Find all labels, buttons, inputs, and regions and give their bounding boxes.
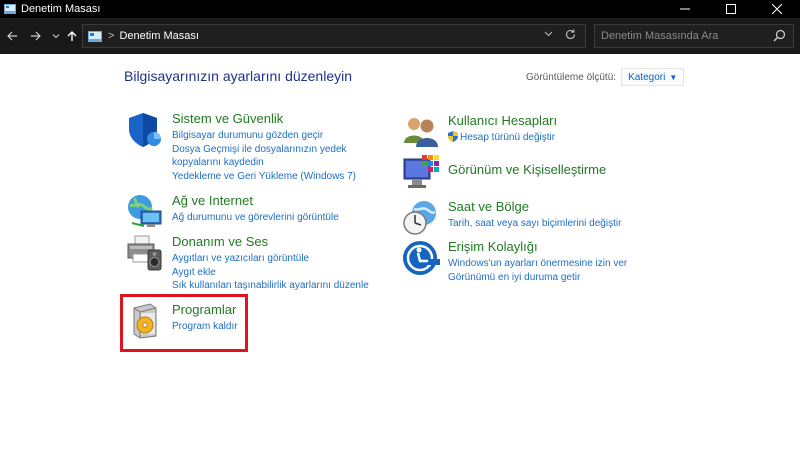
maximize-icon: [726, 4, 736, 14]
category-appearance-personalization: Görünüm ve Kişiselleştirme: [402, 153, 682, 193]
category-title[interactable]: Erişim Kolaylığı: [448, 239, 538, 254]
caret-down-icon: ▼: [669, 72, 678, 82]
breadcrumb-item[interactable]: Denetim Masası: [119, 30, 198, 42]
view-by-value: Kategori: [628, 71, 666, 83]
category-links: Bilgisayar durumunu gözden geçir Dosya G…: [172, 129, 392, 183]
link-item[interactable]: Bilgisayar durumunu gözden geçir: [172, 129, 392, 143]
minimize-button[interactable]: [662, 0, 708, 18]
uac-shield-icon: [448, 131, 458, 142]
clock-globe-icon[interactable]: [402, 199, 440, 237]
recent-locations-button[interactable]: [48, 28, 64, 44]
arrow-up-icon: [67, 31, 77, 41]
link-item[interactable]: Windows'un ayarları önermesine izin ver: [448, 257, 688, 271]
category-clock-region: Saat ve Bölge Tarih, saat veya sayı biçi…: [402, 199, 682, 239]
arrow-left-icon: [7, 31, 17, 41]
maximize-button[interactable]: [708, 0, 754, 18]
link-text: Hesap türünü değiştir: [460, 132, 556, 143]
up-button[interactable]: [64, 28, 80, 44]
link-item[interactable]: Tarih, saat veya sayı biçimlerini değişt…: [448, 217, 688, 231]
globe-network-icon[interactable]: [126, 193, 164, 231]
category-links: Ağ durumunu ve görevlerini görüntüle: [172, 211, 392, 225]
accessibility-icon[interactable]: [402, 239, 440, 277]
category-network-internet: Ağ ve Internet Ağ durumunu ve görevlerin…: [126, 193, 386, 233]
shield-icon[interactable]: [126, 111, 164, 149]
back-button[interactable]: [4, 28, 20, 44]
printer-speaker-icon[interactable]: [126, 234, 164, 272]
search-box[interactable]: [594, 24, 794, 48]
category-title[interactable]: Saat ve Bölge: [448, 199, 529, 214]
category-links: Hesap türünü değiştir: [448, 131, 688, 145]
view-by: Görüntüleme ölçütü: Kategori ▼: [526, 68, 685, 86]
link-item[interactable]: Aygıt ekle: [172, 266, 392, 280]
arrow-right-icon: [31, 31, 41, 41]
view-by-label: Görüntüleme ölçütü:: [526, 71, 617, 83]
link-item[interactable]: Yedekleme ve Geri Yükleme (Windows 7): [172, 170, 392, 184]
category-title[interactable]: Donanım ve Ses: [172, 234, 268, 249]
users-icon[interactable]: [402, 113, 440, 151]
link-item[interactable]: Görünümü en iyi duruma getir: [448, 271, 688, 285]
category-title[interactable]: Görünüm ve Kişiselleştirme: [448, 162, 606, 177]
refresh-button[interactable]: [564, 28, 577, 44]
window-title: Denetim Masası: [21, 3, 101, 15]
category-title[interactable]: Sistem ve Güvenlik: [172, 111, 283, 126]
monitor-palette-icon[interactable]: [402, 153, 440, 191]
close-icon: [772, 4, 782, 14]
chevron-down-icon: [544, 31, 553, 37]
window-controls: [662, 0, 800, 18]
category-hardware-sound: Donanım ve Ses Aygıtları ve yazıcıları g…: [126, 234, 386, 291]
close-button[interactable]: [754, 0, 800, 18]
control-panel-icon: [4, 4, 16, 14]
highlight-box: [120, 294, 248, 352]
link-item[interactable]: Hesap türünü değiştir: [448, 131, 688, 145]
address-history-button[interactable]: [544, 29, 553, 41]
control-panel-icon: [88, 30, 102, 42]
page-title: Bilgisayarınızın ayarlarını düzenleyin: [124, 68, 353, 84]
breadcrumb-separator-icon: >: [108, 30, 115, 42]
category-title[interactable]: Ağ ve Internet: [172, 193, 253, 208]
search-input[interactable]: [595, 25, 765, 47]
category-links: Windows'un ayarları önermesine izin ver …: [448, 257, 688, 284]
link-item[interactable]: Dosya Geçmişi ile dosyalarınızın yedek k…: [172, 143, 392, 170]
refresh-icon: [565, 29, 576, 39]
link-item[interactable]: Sık kullanılan taşınabilirlik ayarlarını…: [172, 279, 392, 293]
navigation-bar: > Denetim Masası: [0, 18, 800, 54]
link-item[interactable]: Ağ durumunu ve görevlerini görüntüle: [172, 211, 392, 225]
search-icon[interactable]: [773, 29, 786, 42]
view-by-dropdown[interactable]: Kategori ▼: [621, 68, 685, 86]
chevron-down-icon: [52, 34, 60, 39]
address-bar[interactable]: > Denetim Masası: [82, 24, 586, 48]
category-links: Tarih, saat veya sayı biçimlerini değişt…: [448, 217, 688, 231]
category-user-accounts: Kullanıcı Hesapları Hesap türünü değişti…: [402, 113, 682, 153]
forward-button[interactable]: [28, 28, 44, 44]
link-item[interactable]: Aygıtları ve yazıcıları görüntüle: [172, 252, 392, 266]
title-bar: Denetim Masası: [0, 0, 800, 18]
category-ease-of-access: Erişim Kolaylığı Windows'un ayarları öne…: [402, 239, 682, 289]
category-title[interactable]: Kullanıcı Hesapları: [448, 113, 557, 128]
category-system-security: Sistem ve Güvenlik Bilgisayar durumunu g…: [126, 111, 386, 182]
minimize-icon: [680, 8, 690, 10]
category-links: Aygıtları ve yazıcıları görüntüle Aygıt …: [172, 252, 392, 293]
